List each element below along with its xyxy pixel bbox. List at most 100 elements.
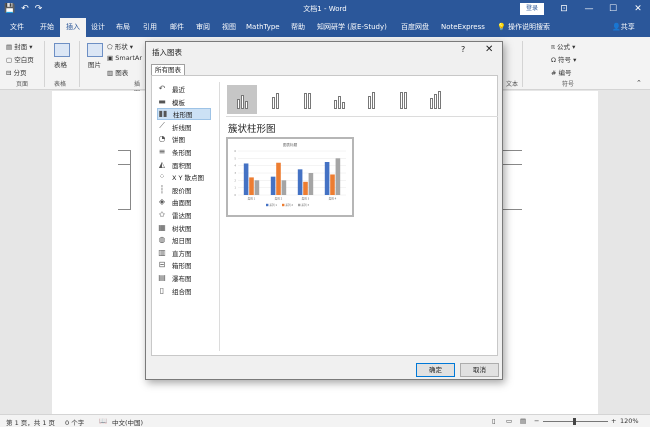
page-break-button[interactable]: ⊟ 分页 — [6, 67, 27, 77]
chart-type-column[interactable]: ▮▮ 柱形图 — [157, 108, 211, 121]
shapes-button[interactable]: ⬠ 形状 ▾ — [107, 41, 133, 51]
chart-type-sunburst[interactable]: ◍ 旭日图 — [157, 234, 211, 246]
chart-type-label: 雷达图 — [172, 212, 192, 220]
chart-type-label: 折线图 — [172, 123, 192, 132]
chart-type-box-whisker[interactable]: ⊟ 箱形图 — [157, 259, 211, 271]
share-button[interactable]: 👤共享 — [612, 18, 635, 37]
3d-column-icon — [433, 94, 437, 109]
tab-file[interactable]: 文件 — [10, 18, 24, 37]
chart-button[interactable]: ▥ 图表 — [107, 67, 128, 77]
ribbon-separator — [44, 41, 45, 87]
ribbon-separator — [522, 41, 523, 87]
close-window-icon[interactable]: ✕ — [626, 0, 650, 18]
blank-page-icon: ▢ — [6, 56, 13, 64]
stacked-column-icon — [275, 93, 279, 109]
chart-type-treemap[interactable]: ▦ 树状图 — [157, 222, 211, 234]
status-bar: 第 1 页，共 1 页 0 个字 📖 中文(中国) ▯ ▭ ▤ − + 120% — [0, 414, 650, 427]
chart-type-recent[interactable]: ↶ 最近 — [157, 83, 211, 95]
zoom-slider-thumb[interactable] — [573, 418, 576, 425]
stacked-column-button[interactable] — [260, 85, 290, 114]
tab-design[interactable]: 设计 — [91, 18, 105, 37]
3d-column-button[interactable] — [420, 85, 450, 114]
tab-mathtype[interactable]: MathType — [246, 18, 280, 37]
cancel-button[interactable]: 取消 — [460, 363, 499, 377]
word-count[interactable]: 0 个字 — [65, 417, 84, 427]
cover-page-button[interactable]: ▤ 封面 ▾ — [6, 41, 33, 51]
bar — [324, 162, 330, 195]
minimize-icon[interactable]: — — [577, 0, 601, 18]
zoom-out-icon[interactable]: − — [534, 417, 539, 425]
chart-type-waterfall[interactable]: ▤ 瀑布图 — [157, 272, 211, 284]
3d-percent-stacked-column-button[interactable] — [388, 85, 418, 114]
tab-baidu-netdisk[interactable]: 百度网盘 — [401, 18, 429, 37]
clustered-column-button[interactable] — [227, 85, 257, 114]
close-icon[interactable]: ✕ — [485, 44, 493, 55]
tell-me-search[interactable]: 💡 操作说明搜索 — [497, 18, 550, 37]
chart-type-surface[interactable]: ◈ 曲面图 — [157, 196, 211, 208]
chart-type-pie[interactable]: ◔ 饼图 — [157, 133, 211, 145]
tab-all-charts[interactable]: 所有图表 — [151, 64, 185, 75]
tab-view[interactable]: 视图 — [222, 18, 236, 37]
tab-layout[interactable]: 布局 — [116, 18, 130, 37]
chart-preview[interactable]: 图表标题 0 1 2 3 4 5 6 类别 1 类别 2 类别 3 类别 4 系列 1 系列 2 系列 3 — [226, 137, 354, 217]
pictures-button[interactable]: 图片 — [88, 59, 101, 69]
chart-type-bar[interactable]: ≡ 条形图 — [157, 146, 211, 158]
zoom-level[interactable]: 120% — [620, 417, 639, 425]
tab-help[interactable]: 帮助 — [291, 18, 305, 37]
read-mode-icon[interactable]: ▯ — [492, 417, 496, 425]
chart-type-label: 股价图 — [172, 186, 192, 195]
tab-noteexpress[interactable]: NoteExpress — [441, 18, 485, 37]
legend-label: 系列 3 — [301, 203, 309, 207]
chart-type-line[interactable]: ⟋ 折线图 — [157, 121, 211, 133]
chart-type-label: 组合图 — [172, 287, 192, 296]
chart-type-area[interactable]: ◭ 面积图 — [157, 159, 211, 171]
print-layout-icon[interactable]: ▭ — [506, 417, 512, 425]
tab-review[interactable]: 审阅 — [196, 18, 210, 37]
tab-cnki-estudy[interactable]: 知网研学 (原E-Study) — [317, 18, 387, 37]
3d-percent-stacked-column-icon — [399, 92, 403, 109]
page-count[interactable]: 第 1 页，共 1 页 — [6, 417, 55, 427]
web-layout-icon[interactable]: ▤ — [520, 417, 526, 425]
maximize-icon[interactable]: ☐ — [601, 0, 625, 18]
bar — [243, 163, 249, 195]
chart-type-histogram[interactable]: ▥ 直方图 — [157, 247, 211, 259]
3d-clustered-column-icon — [337, 96, 341, 109]
tab-home[interactable]: 开始 — [40, 18, 54, 37]
percent-stacked-column-button[interactable] — [292, 85, 322, 114]
bar — [297, 169, 303, 195]
equation-button[interactable]: π 公式 ▾ — [551, 41, 575, 51]
chart-type-templates[interactable]: ▬ 模板 — [157, 96, 211, 108]
shapes-icon: ⬠ — [107, 43, 113, 51]
chart-type-label: 最近 — [172, 86, 185, 94]
bar — [330, 174, 335, 195]
language-indicator[interactable]: 中文(中国) — [112, 417, 143, 427]
chart-type-radar[interactable]: ✩ 雷达图 — [157, 209, 211, 221]
symbol-button[interactable]: Ω 符号 ▾ — [551, 54, 576, 64]
3d-clustered-column-button[interactable] — [324, 85, 354, 114]
tab-references[interactable]: 引用 — [143, 18, 157, 37]
table-button[interactable]: 表格 — [54, 59, 67, 69]
chart-type-label: 旭日图 — [172, 237, 192, 246]
smartart-icon: ▣ — [107, 54, 114, 62]
3d-stacked-column-button[interactable] — [356, 85, 386, 114]
ribbon-display-options-icon[interactable]: ⊡ — [552, 0, 576, 18]
y-tick-label: 3 — [234, 171, 236, 175]
blank-page-button[interactable]: ▢ 空白页 — [6, 54, 34, 64]
chart-type-combo[interactable]: ▯ 组合图 — [157, 285, 211, 297]
tables-group-label: 表格 — [54, 81, 67, 88]
bar — [254, 180, 260, 195]
tab-mailings[interactable]: 邮件 — [170, 18, 184, 37]
smartart-button[interactable]: ▣ SmartAr — [107, 54, 142, 62]
collapse-ribbon-icon[interactable]: ⌃ — [636, 79, 642, 87]
chart-type-label: 模板 — [172, 98, 185, 107]
ok-button[interactable]: 确定 — [416, 363, 455, 377]
numbering-button[interactable]: # 编号 — [551, 67, 572, 77]
login-button[interactable]: 登录 — [520, 3, 544, 15]
proofing-icon[interactable]: 📖 — [99, 417, 107, 425]
tab-insert[interactable]: 插入 — [60, 18, 86, 37]
templates-icon: ▬ — [158, 96, 166, 106]
chart-type-xy-scatter[interactable]: ⁘ X Y 散点图 — [157, 171, 211, 183]
help-icon[interactable]: ? — [461, 45, 465, 54]
zoom-in-icon[interactable]: + — [611, 417, 616, 425]
chart-type-stock[interactable]: ┆ 股价图 — [157, 184, 211, 196]
